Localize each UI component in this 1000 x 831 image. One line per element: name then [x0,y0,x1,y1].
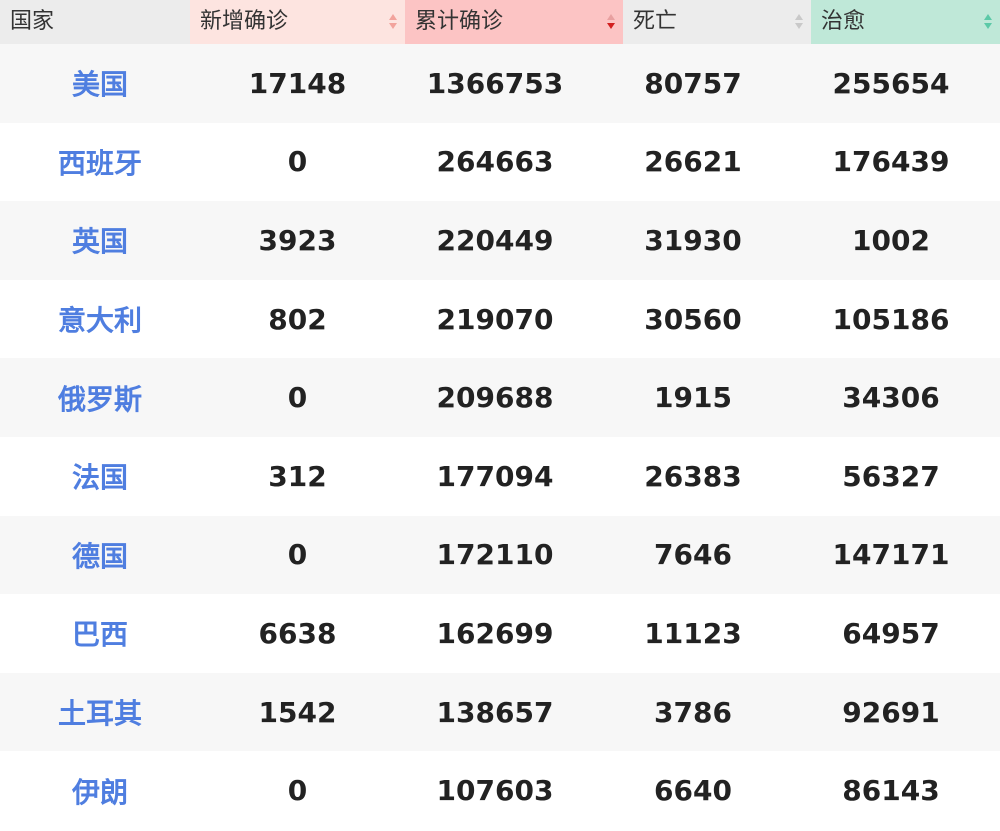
new-confirmed-value: 0 [287,774,308,808]
deaths-value: 26621 [644,145,742,179]
deaths-value: 6640 [654,774,732,808]
table-row: 德国 0 172110 7646 147171 [0,515,1000,595]
header-new-confirmed-label: 新增确诊 [200,9,289,34]
deaths-value: 30560 [644,302,742,336]
header-total-confirmed[interactable]: 累计确诊 [405,0,623,44]
recovered-value: 176439 [832,145,950,179]
table-row: 美国 17148 1366753 80757 255654 [0,44,1000,123]
new-confirmed-value: 0 [287,381,308,415]
table-row: 俄罗斯 0 209688 1915 34306 [0,358,1000,437]
country-link[interactable]: 德国 [0,535,200,575]
recovered-value: 64957 [842,616,940,650]
table-row: 伊朗 0 107603 6640 86143 [0,751,1000,830]
new-confirmed-value: 0 [287,145,308,179]
deaths-value: 80757 [644,66,742,100]
covid-country-table: 国家 新增确诊 累计确诊 死亡 治愈 美国 17148 1366753 8075… [0,0,1000,830]
recovered-value: 147171 [832,538,950,572]
recovered-value: 56327 [842,459,940,493]
country-link[interactable]: 西班牙 [0,142,200,182]
new-confirmed-value: 0 [287,538,308,572]
header-country-label: 国家 [10,9,55,34]
total-confirmed-value: 219070 [436,302,554,336]
table-row: 英国 3923 220449 31930 1002 [0,201,1000,280]
table-row: 意大利 802 219070 30560 105186 [0,279,1000,359]
table-row: 土耳其 1542 138657 3786 92691 [0,672,1000,752]
deaths-value: 31930 [644,223,742,257]
recovered-value: 92691 [842,695,940,729]
total-confirmed-value: 264663 [436,145,554,179]
country-link[interactable]: 伊朗 [0,771,200,811]
new-confirmed-value: 802 [268,302,327,336]
country-link[interactable]: 巴西 [0,613,200,653]
deaths-value: 3786 [654,695,732,729]
sort-descending-icon[interactable] [607,13,615,31]
total-confirmed-value: 209688 [436,381,554,415]
deaths-value: 1915 [654,381,732,415]
new-confirmed-value: 17148 [248,66,347,100]
table-row: 法国 312 177094 26383 56327 [0,436,1000,516]
table-row: 巴西 6638 162699 11123 64957 [0,594,1000,673]
header-country: 国家 [0,0,190,44]
country-link[interactable]: 法国 [0,456,200,496]
header-deaths-label: 死亡 [633,9,678,34]
new-confirmed-value: 1542 [258,695,337,729]
deaths-value: 7646 [654,538,732,572]
header-new-confirmed[interactable]: 新增确诊 [190,0,405,44]
new-confirmed-value: 312 [268,459,327,493]
table-header: 国家 新增确诊 累计确诊 死亡 治愈 [0,0,1000,44]
header-deaths[interactable]: 死亡 [623,0,811,44]
new-confirmed-value: 6638 [258,616,337,650]
recovered-value: 255654 [832,66,950,100]
total-confirmed-value: 172110 [436,538,554,572]
header-recovered[interactable]: 治愈 [811,0,1000,44]
sort-icon[interactable] [984,13,992,31]
table-body: 美国 17148 1366753 80757 255654 西班牙 0 2646… [0,44,1000,830]
recovered-value: 86143 [842,774,940,808]
recovered-value: 105186 [832,302,950,336]
deaths-value: 11123 [644,616,742,650]
country-link[interactable]: 意大利 [0,299,200,339]
total-confirmed-value: 138657 [436,695,554,729]
table-row: 西班牙 0 264663 26621 176439 [0,122,1000,202]
header-total-confirmed-label: 累计确诊 [415,9,504,34]
new-confirmed-value: 3923 [258,223,337,257]
country-link[interactable]: 土耳其 [0,692,200,732]
country-link[interactable]: 美国 [0,63,200,103]
total-confirmed-value: 162699 [436,616,554,650]
country-link[interactable]: 俄罗斯 [0,378,200,418]
recovered-value: 1002 [852,223,930,257]
total-confirmed-value: 107603 [436,774,554,808]
sort-icon[interactable] [795,13,803,31]
total-confirmed-value: 220449 [436,223,554,257]
total-confirmed-value: 177094 [436,459,554,493]
country-link[interactable]: 英国 [0,220,200,260]
recovered-value: 34306 [842,381,940,415]
deaths-value: 26383 [644,459,742,493]
header-recovered-label: 治愈 [821,9,866,34]
total-confirmed-value: 1366753 [426,66,564,100]
sort-icon[interactable] [389,13,397,31]
